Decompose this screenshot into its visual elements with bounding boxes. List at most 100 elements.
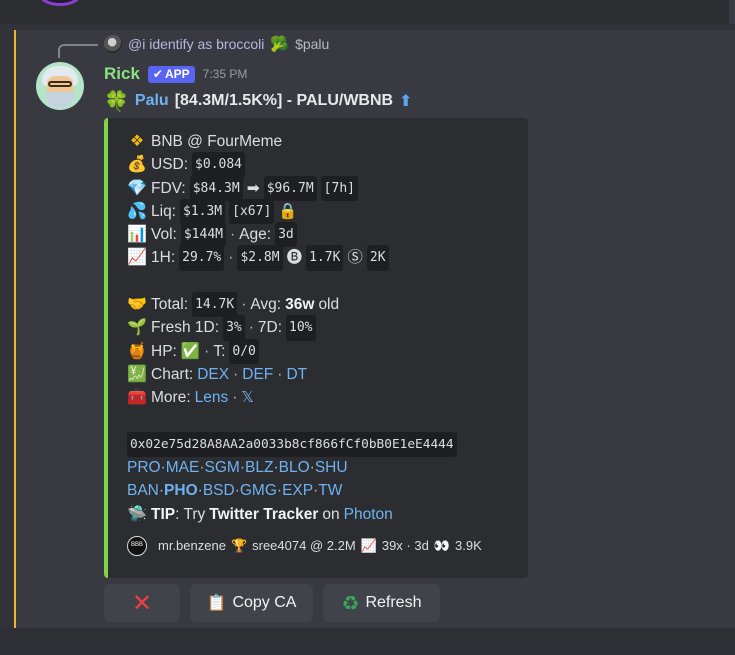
fdv-label: FDV: bbox=[151, 179, 186, 197]
bot-links-row-1: PRO · MAE · SGM · BLZ · BLO · SHU bbox=[127, 456, 522, 479]
embed-footer: BBB mr.benzene 🏆 sree4074 @ 2.2M 📈 39x ·… bbox=[127, 534, 522, 557]
bar-chart-icon: 📊 bbox=[127, 226, 147, 244]
liq-multiplier: [x67] bbox=[229, 198, 275, 225]
bot-link-sgm[interactable]: SGM bbox=[205, 456, 240, 479]
seedling-icon: 🌱 bbox=[127, 319, 147, 337]
h1-percent: 29.7% bbox=[179, 245, 225, 271]
broccoli-icon: 🥦 bbox=[270, 36, 290, 53]
fresh-7d-label: 7D: bbox=[257, 319, 283, 337]
tip-line: 🛸 TIP : Try Twitter Tracker on Photon bbox=[127, 503, 522, 526]
bot-link-exp[interactable]: EXP bbox=[282, 479, 313, 502]
footer-user: mr.benzene bbox=[158, 538, 226, 554]
footer-stats: 39x · 3d bbox=[381, 538, 429, 554]
chart-label: Chart: bbox=[151, 365, 194, 383]
refresh-label: Refresh bbox=[365, 594, 422, 611]
up-arrow-icon: ⬆ bbox=[399, 93, 413, 110]
bot-link-mae[interactable]: MAE bbox=[166, 456, 200, 479]
hp-line: 🍯 HP: ✅ · T: 0/0 bbox=[127, 338, 522, 364]
fdv-line: 💎 FDV: $84.3M ➡ $96.7M [7h] bbox=[127, 175, 522, 201]
arrow-right-icon: ➡ bbox=[246, 179, 260, 197]
handshake-icon: 🤝 bbox=[127, 296, 147, 314]
footer-avatar: BBB bbox=[127, 535, 147, 556]
bot-link-ban[interactable]: BAN bbox=[127, 479, 159, 502]
bot-link-blz[interactable]: BLZ bbox=[245, 456, 273, 479]
toolbox-icon: 🧰 bbox=[127, 389, 147, 407]
honeypot-icon: 🍯 bbox=[127, 342, 147, 360]
fdv-age: [7h] bbox=[320, 175, 358, 201]
chat-bottom-area bbox=[0, 628, 735, 655]
token-link[interactable]: Palu bbox=[135, 92, 169, 110]
usd-value: $0.084 bbox=[192, 152, 246, 178]
tip-mid: on bbox=[322, 505, 340, 523]
sell-icon: Ⓢ bbox=[347, 249, 363, 267]
total-value: 14.7K bbox=[192, 292, 238, 318]
copy-ca-button[interactable]: 📋 Copy CA bbox=[190, 584, 313, 622]
reply-preview[interactable]: @i identify as broccoli 🥦 $palu bbox=[104, 34, 329, 54]
check-icon: ✔ bbox=[152, 67, 163, 81]
vol-line: 📊 Vol: $144M · Age: 3d bbox=[127, 222, 522, 248]
tip-feature: Twitter Tracker bbox=[209, 505, 319, 523]
copy-ca-label: Copy CA bbox=[232, 594, 297, 611]
trophy-icon: 🏆 bbox=[230, 538, 248, 554]
reply-avatar bbox=[104, 35, 122, 53]
dismiss-button[interactable]: ✕ bbox=[104, 584, 180, 622]
x-link[interactable]: 𝕏 bbox=[241, 386, 254, 409]
avatar[interactable] bbox=[36, 62, 84, 110]
fresh-line: 🌱 Fresh 1D: 3% · 7D: 10% bbox=[127, 315, 522, 341]
reply-author[interactable]: @i identify as broccoli bbox=[128, 36, 264, 52]
age-value: 3d bbox=[275, 222, 297, 248]
footer-caller: sree4074 @ 2.2M bbox=[252, 538, 356, 554]
app-badge-label: APP bbox=[164, 67, 190, 81]
bot-link-tw[interactable]: TW bbox=[318, 479, 342, 502]
bnb-icon: ❖ bbox=[129, 133, 145, 150]
message-title: 🍀 Palu [84.3M/1.5K%] - PALU/WBNB ⬆ bbox=[104, 89, 413, 113]
chart-link-dt[interactable]: DT bbox=[286, 363, 307, 386]
chain-line: ❖ BNB @ FourMeme bbox=[127, 130, 522, 153]
reply-connector bbox=[58, 44, 98, 58]
clover-icon: 🍀 bbox=[104, 90, 129, 113]
h1-sells: 2K bbox=[366, 245, 389, 271]
bot-link-gmg[interactable]: GMG bbox=[240, 479, 277, 502]
vol-label: Vol: bbox=[151, 226, 177, 244]
liq-line: 💦 Liq: $1.3M [x67] 🔒 bbox=[127, 198, 522, 225]
buy-icon: 🅑 bbox=[286, 249, 303, 267]
contract-address[interactable]: 0x02e75d28A8AA2a0033b8cf866fCf0bB0E1eE44… bbox=[127, 431, 457, 458]
reply-text: $palu bbox=[295, 36, 330, 52]
chain-text: BNB @ FourMeme bbox=[151, 133, 283, 150]
bot-link-bsd[interactable]: BSD bbox=[203, 479, 235, 502]
tax-value: 0/0 bbox=[229, 338, 259, 364]
username[interactable]: Rick bbox=[104, 64, 140, 84]
droplets-icon: 💦 bbox=[127, 202, 147, 220]
chart-up-icon: 📈 bbox=[127, 249, 147, 267]
bot-link-pro[interactable]: PRO bbox=[127, 456, 161, 479]
more-label: More: bbox=[151, 389, 191, 407]
chart-link-def[interactable]: DEF bbox=[242, 363, 273, 386]
token-summary: [84.3M/1.5K%] - PALU/WBNB bbox=[174, 92, 394, 109]
gem-icon: 💎 bbox=[127, 179, 147, 197]
chart-link-dex[interactable]: DEX bbox=[197, 363, 229, 386]
bot-link-blo[interactable]: BLO bbox=[279, 456, 310, 479]
liq-label: Liq: bbox=[151, 202, 176, 220]
refresh-button[interactable]: ♻ Refresh bbox=[323, 584, 440, 622]
h1-label: 1H: bbox=[151, 249, 176, 267]
tip-label: TIP bbox=[151, 505, 176, 523]
previous-avatar bbox=[38, 0, 82, 6]
recycle-icon: ♻ bbox=[341, 592, 360, 615]
footer-views: 3.9K bbox=[455, 538, 482, 554]
avg-suffix: old bbox=[318, 296, 340, 314]
fresh-label: Fresh 1D: bbox=[151, 319, 220, 337]
check-mark-icon: ✅ bbox=[180, 342, 201, 360]
scrollbar-track[interactable] bbox=[729, 0, 735, 24]
chart-links-line: 💹 Chart: DEX · DEF · DT bbox=[127, 363, 522, 386]
fdv-to: $96.7M bbox=[263, 175, 317, 201]
photon-link[interactable]: Photon bbox=[344, 503, 393, 526]
bot-link-shu[interactable]: SHU bbox=[315, 456, 348, 479]
lens-link[interactable]: Lens bbox=[195, 386, 229, 409]
avg-label: Avg: bbox=[250, 296, 282, 314]
timestamp: 7:35 PM bbox=[202, 67, 248, 81]
h1-buys: 1.7K bbox=[306, 245, 344, 271]
bot-link-pho[interactable]: PHO bbox=[164, 479, 198, 502]
lock-icon: 🔒 bbox=[278, 202, 298, 220]
chart-up-small-icon: 📈 bbox=[360, 538, 377, 554]
yen-chart-icon: 💹 bbox=[127, 365, 147, 383]
